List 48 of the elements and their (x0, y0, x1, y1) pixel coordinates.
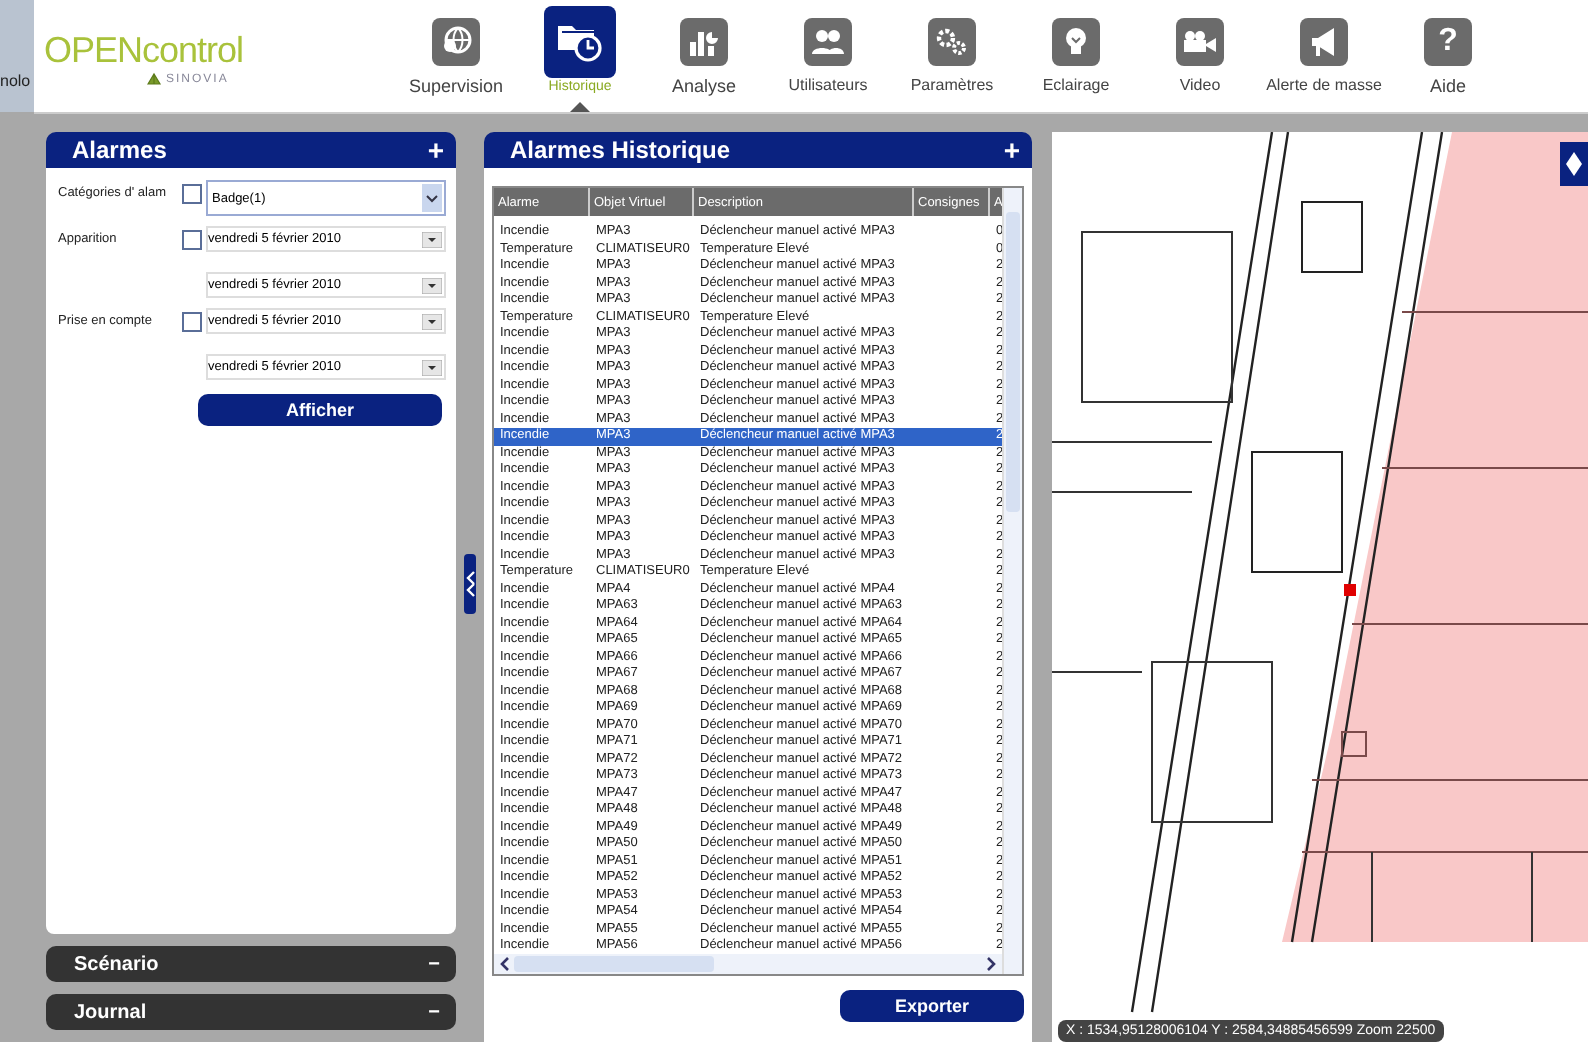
show-button[interactable]: Afficher (198, 394, 442, 426)
add-button[interactable]: + (427, 136, 444, 164)
collapse-button[interactable]: − (428, 1001, 440, 1023)
add-button[interactable]: + (1003, 136, 1020, 164)
nav-tab[interactable]: Alerte de masse (1262, 0, 1386, 112)
leaf-icon (146, 72, 162, 86)
megaphone-icon (1308, 26, 1340, 58)
help-icon: ? (1438, 26, 1458, 58)
nav-tab[interactable]: Supervision (394, 0, 518, 112)
lightbulb-icon (1064, 26, 1088, 58)
export-button[interactable]: Exporter (840, 990, 1024, 1022)
chart-icon (688, 26, 720, 58)
nav-tab[interactable]: Analyse (642, 0, 766, 112)
nav-tab[interactable]: Utilisateurs (766, 0, 890, 112)
panel-title: Journal (74, 1001, 147, 1023)
chevron-left-icon (465, 570, 475, 598)
folder-clock-icon (556, 20, 604, 64)
window-text: nolo (0, 72, 31, 90)
logo-text: OPENcontrol (44, 30, 246, 72)
nav-tab[interactable]: Paramètres (890, 0, 1014, 112)
dropdown-arrow-icon (422, 359, 442, 375)
camera-icon (1182, 30, 1218, 54)
checkbox[interactable] (182, 184, 202, 204)
scroll-right-icon[interactable] (986, 956, 998, 972)
pan-icon[interactable] (1560, 142, 1588, 186)
checkbox[interactable] (182, 230, 202, 250)
vertical-scrollbar[interactable] (1002, 188, 1022, 974)
nav-tab[interactable]: Eclairage (1014, 0, 1138, 112)
dropdown-arrow-icon (422, 231, 442, 247)
horizontal-scrollbar[interactable] (494, 954, 1002, 974)
panel-header[interactable]: Journal − (46, 994, 456, 1030)
dropdown-arrow-icon (422, 277, 442, 293)
nav-tab[interactable]: ? Aide (1386, 0, 1510, 112)
users-icon (812, 28, 844, 56)
scroll-left-icon[interactable] (498, 956, 510, 972)
collapse-button[interactable]: − (428, 953, 440, 975)
panel-title: Scénario (74, 953, 159, 975)
chevron-down-icon (422, 184, 442, 212)
panel-header[interactable]: Scénario − (46, 946, 456, 982)
checkbox[interactable] (182, 312, 202, 332)
panel-title: Alarmes (72, 136, 167, 164)
dropdown-arrow-icon (422, 313, 442, 329)
nav-tab[interactable]: Video (1138, 0, 1262, 112)
panel-title: Alarmes Historique (510, 136, 731, 164)
collapse-handle[interactable] (464, 554, 476, 614)
globe-icon (440, 26, 472, 58)
gears-icon (936, 28, 968, 56)
selection-pointer-icon (570, 102, 590, 112)
